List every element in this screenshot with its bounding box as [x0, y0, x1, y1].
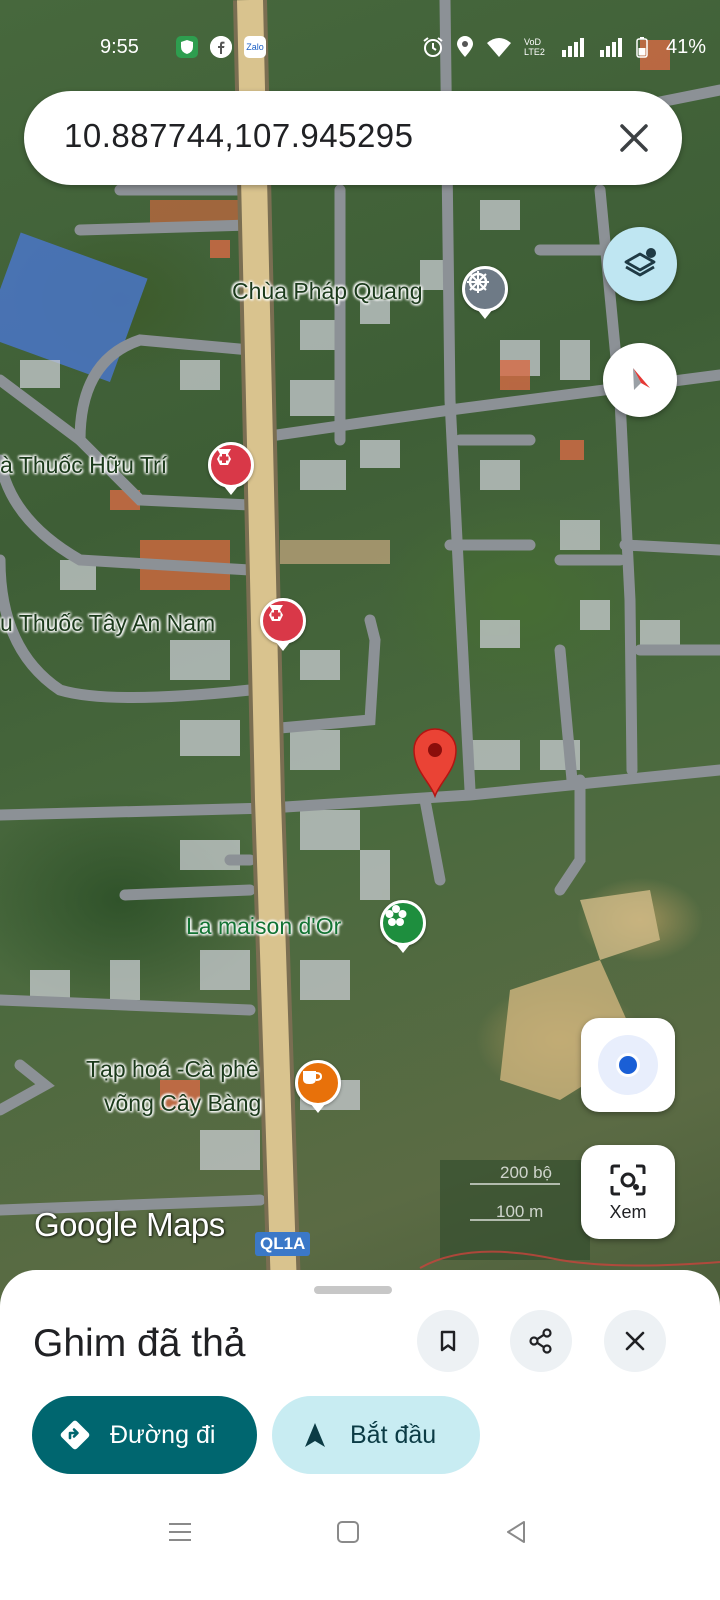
bare-field — [580, 890, 660, 960]
poi-label[interactable]: võng Cây Bàng — [104, 1090, 261, 1117]
search-bar[interactable]: 10.887744,107.945295 — [24, 91, 682, 185]
menu-icon[interactable] — [160, 1512, 200, 1552]
share-button[interactable] — [510, 1310, 572, 1372]
navigation-arrow-icon — [298, 1418, 332, 1452]
start-button[interactable]: Bắt đầu — [272, 1396, 480, 1474]
alarm-icon — [423, 37, 443, 57]
highway-ql1a — [233, 0, 302, 1320]
drag-handle[interactable] — [314, 1286, 392, 1294]
share-icon — [529, 1328, 552, 1354]
status-time: 9:55 — [100, 36, 139, 58]
blue-roof-building — [0, 232, 148, 383]
battery-percent: 41% — [665, 36, 706, 58]
close-icon[interactable] — [614, 118, 654, 158]
my-location-icon — [598, 1035, 658, 1095]
save-button[interactable] — [417, 1310, 479, 1372]
system-nav-bar — [0, 1490, 720, 1600]
temple-icon[interactable] — [462, 266, 508, 312]
poi-label[interactable]: u Thuốc Tây An Nam — [0, 610, 215, 637]
wifi-icon — [487, 38, 511, 57]
network-label: VoD LTE2 — [524, 37, 545, 57]
location-icon — [457, 36, 473, 57]
scale-ft-label: 200 bộ — [500, 1163, 552, 1182]
close-sheet-button[interactable] — [604, 1310, 666, 1372]
search-input[interactable]: 10.887744,107.945295 — [64, 117, 414, 155]
poi-label[interactable]: à Thuốc Hữu Trí — [0, 452, 167, 479]
scale-m-label: 100 m — [496, 1202, 544, 1221]
layers-button[interactable] — [603, 227, 677, 301]
xem-label: Xem — [609, 1201, 647, 1222]
poi-label[interactable]: La maison d'Or — [186, 913, 341, 940]
shield-icon — [176, 36, 198, 58]
map-view[interactable]: Chùa Pháp Quang à Thuốc Hữu Trí u Thuốc … — [0, 0, 720, 1320]
signal-icon — [600, 38, 622, 57]
cafe-icon[interactable] — [295, 1060, 341, 1106]
home-icon[interactable] — [328, 1512, 368, 1552]
pharmacy-icon[interactable] — [260, 598, 306, 644]
zalo-icon: Zalo — [244, 36, 266, 58]
directions-label: Đường đi — [110, 1420, 216, 1449]
facebook-icon — [210, 36, 232, 58]
bookmark-icon — [440, 1330, 456, 1352]
road-shield: QL1A — [255, 1232, 311, 1256]
map-canvas — [0, 0, 720, 1320]
directions-icon — [58, 1418, 92, 1452]
status-bar: 9:55 Zalo VoD LTE2 41% — [0, 28, 720, 68]
place-title: Ghim đã thả — [33, 1322, 246, 1365]
pharmacy-icon[interactable] — [208, 442, 254, 488]
dropped-pin-marker[interactable] — [410, 726, 460, 798]
start-label: Bắt đầu — [350, 1420, 437, 1449]
poi-label[interactable]: Chùa Pháp Quang — [232, 278, 423, 305]
status-icons: VoD LTE2 — [422, 36, 648, 58]
battery-icon — [636, 37, 648, 58]
camera-lens-icon — [610, 1164, 646, 1195]
lens-view-button[interactable]: Xem — [581, 1145, 675, 1239]
back-icon[interactable] — [496, 1512, 536, 1552]
compass-icon — [633, 368, 650, 390]
google-maps-logo: Google Maps — [34, 1206, 225, 1243]
directions-button[interactable]: Đường đi — [32, 1396, 257, 1474]
flower-icon[interactable] — [380, 900, 426, 946]
my-location-button[interactable] — [581, 1018, 675, 1112]
signal-icon — [562, 38, 584, 57]
poi-label[interactable]: Tạp hoá -Cà phê — [86, 1056, 259, 1083]
compass-button[interactable] — [603, 343, 677, 417]
dirt-path — [280, 540, 390, 564]
layers-icon — [624, 248, 656, 277]
close-icon — [625, 1331, 645, 1351]
place-bottom-sheet[interactable]: Ghim đã thả Đường đi Bắt đầu — [0, 1270, 720, 1600]
